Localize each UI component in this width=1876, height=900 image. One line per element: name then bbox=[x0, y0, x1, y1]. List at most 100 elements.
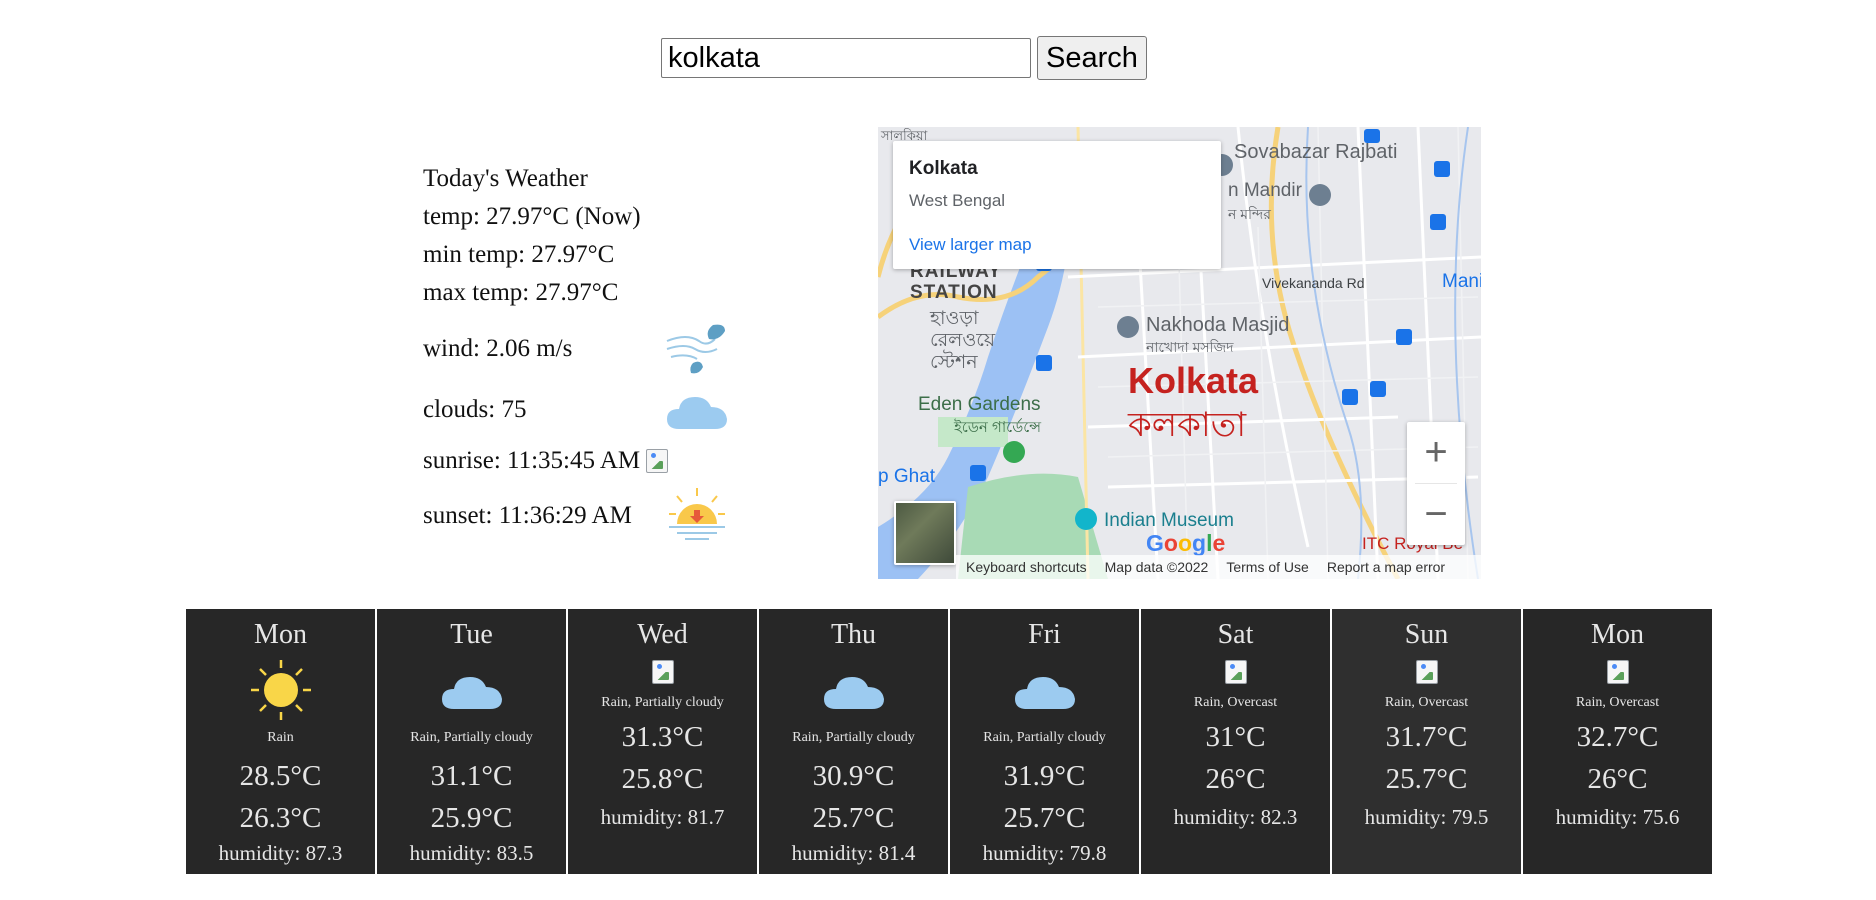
sunset-row: sunset: 11:36:29 AM bbox=[423, 484, 729, 548]
forecast-card: Wed Rain, Partially cloudy 31.3°C 25.8°C… bbox=[568, 609, 757, 874]
sunrise-row: sunrise: 11:35:45 AM bbox=[423, 438, 729, 484]
search-button[interactable]: Search bbox=[1037, 36, 1147, 80]
broken-image-icon bbox=[1332, 660, 1521, 684]
today-weather-panel: Today's Weather temp: 27.97°C (Now) min … bbox=[423, 160, 729, 548]
zoom-control: + − bbox=[1407, 422, 1465, 545]
today-heading: Today's Weather bbox=[423, 165, 588, 192]
forecast-high: 31.3°C bbox=[621, 721, 704, 753]
wind-row: wind: 2.06 m/s bbox=[423, 316, 729, 382]
forecast-high: 32.7°C bbox=[1576, 721, 1659, 753]
forecast-card: Sun Rain, Overcast 31.7°C 25.7°C humidit… bbox=[1332, 609, 1521, 874]
clouds-value: clouds: 75 bbox=[423, 396, 527, 423]
forecast-condition: Rain, Overcast bbox=[1384, 695, 1469, 710]
wind-value: wind: 2.06 m/s bbox=[423, 335, 573, 362]
search-input[interactable] bbox=[661, 38, 1031, 78]
cloud-icon bbox=[950, 660, 1139, 720]
forecast-card: Fri Rain, Partially cloudy 31.9°C 25.7°C… bbox=[950, 609, 1139, 874]
forecast-condition: Rain, Partially cloudy bbox=[601, 695, 724, 710]
map-label-nakhoda-bn: নাখোদা মসজিদ bbox=[1146, 339, 1234, 355]
map-place-title: Kolkata bbox=[909, 158, 978, 179]
forecast-humidity: humidity: 83.5 bbox=[409, 841, 534, 865]
forecast-day: Sun bbox=[1404, 619, 1449, 650]
forecast-day: Sat bbox=[1217, 619, 1254, 650]
forecast-humidity: humidity: 79.8 bbox=[982, 841, 1107, 865]
cloud-icon bbox=[759, 660, 948, 720]
forecast-condition: Rain, Overcast bbox=[1193, 695, 1278, 710]
map-label-eden-bn: ইডেন গার্ডেন্সে bbox=[954, 419, 1042, 436]
forecast-humidity: humidity: 87.3 bbox=[218, 841, 343, 865]
forecast-humidity: humidity: 75.6 bbox=[1555, 805, 1680, 829]
forecast-strip: Mon Rain 28.5°C 26.3°C humidity: 87.3 Tu… bbox=[186, 609, 1712, 874]
map-city-label: Kolkata bbox=[1128, 360, 1259, 401]
map-label-ghat: p Ghat bbox=[878, 466, 936, 487]
broken-image-icon bbox=[568, 660, 757, 684]
forecast-condition: Rain bbox=[267, 730, 294, 745]
wind-icon bbox=[666, 324, 725, 374]
forecast-day: Thu bbox=[830, 619, 877, 650]
cloud-icon bbox=[377, 660, 566, 720]
forecast-day: Fri bbox=[1028, 619, 1061, 650]
zoom-in-button[interactable]: + bbox=[1407, 422, 1465, 483]
forecast-humidity: humidity: 81.4 bbox=[791, 841, 916, 865]
forecast-low: 25.7°C bbox=[812, 802, 895, 834]
forecast-high: 31.9°C bbox=[1003, 760, 1086, 792]
google-logo: Google bbox=[1146, 530, 1226, 556]
map-label-nakhoda: Nakhoda Masjid bbox=[1146, 314, 1290, 336]
forecast-condition: Rain, Partially cloudy bbox=[792, 730, 915, 745]
forecast-low: 26°C bbox=[1587, 763, 1648, 795]
forecast-humidity: humidity: 79.5 bbox=[1364, 805, 1489, 829]
map-label-sovabazar: Sovabazar Rajbati bbox=[1234, 141, 1398, 163]
sunrise-value: sunrise: 11:35:45 AM bbox=[423, 447, 641, 474]
clouds-row: clouds: 75 bbox=[423, 382, 729, 438]
view-larger-map-link[interactable]: View larger map bbox=[909, 235, 1032, 255]
map-label-mandir-bn: ন মন্দির bbox=[1228, 206, 1271, 222]
keyboard-shortcuts-link[interactable]: Keyboard shortcuts bbox=[966, 559, 1087, 575]
terms-link[interactable]: Terms of Use bbox=[1226, 559, 1308, 575]
broken-image-icon bbox=[1141, 660, 1330, 684]
map-label-indian-museum: Indian Museum bbox=[1104, 510, 1234, 531]
map-info-card: Kolkata West Bengal View larger map bbox=[893, 141, 1221, 269]
forecast-low: 25.7°C bbox=[1003, 802, 1086, 834]
forecast-day: Tue bbox=[450, 619, 493, 650]
map-embed[interactable]: সালকিয়া Sovabazar Rajbati n Mandir ন মন… bbox=[878, 127, 1481, 579]
forecast-humidity: humidity: 81.7 bbox=[600, 805, 725, 829]
map-label-mani: Mani bbox=[1442, 271, 1481, 292]
sun-icon bbox=[186, 660, 375, 720]
forecast-card: Mon Rain, Overcast 32.7°C 26°C humidity:… bbox=[1523, 609, 1712, 874]
current-temp: temp: 27.97°C (Now) bbox=[423, 203, 641, 230]
forecast-low: 26.3°C bbox=[239, 802, 322, 834]
search-bar: Search bbox=[661, 36, 1147, 80]
forecast-day: Mon bbox=[1591, 619, 1644, 650]
sunset-value: sunset: 11:36:29 AM bbox=[423, 502, 632, 529]
map-label-vivekananda: Vivekananda Rd bbox=[1262, 275, 1365, 291]
forecast-high: 31.1°C bbox=[430, 760, 513, 792]
forecast-card: Sat Rain, Overcast 31°C 26°C humidity: 8… bbox=[1141, 609, 1330, 874]
forecast-day: Mon bbox=[254, 619, 307, 650]
map-city-label-bn: কলকাতা bbox=[1128, 406, 1247, 444]
forecast-humidity: humidity: 82.3 bbox=[1173, 805, 1298, 829]
min-temp: min temp: 27.97°C bbox=[423, 241, 615, 268]
forecast-low: 25.8°C bbox=[621, 763, 704, 795]
map-label-station: STATION bbox=[910, 282, 998, 303]
zoom-out-button[interactable]: − bbox=[1407, 484, 1465, 545]
forecast-low: 26°C bbox=[1205, 763, 1266, 795]
report-error-link[interactable]: Report a map error bbox=[1327, 559, 1445, 575]
sunset-icon bbox=[669, 488, 725, 540]
map-label-eden: Eden Gardens bbox=[918, 394, 1041, 415]
map-attribution: Keyboard shortcuts Map data ©2022 Terms … bbox=[956, 555, 1481, 579]
forecast-high: 31°C bbox=[1205, 721, 1266, 753]
forecast-day: Wed bbox=[637, 619, 688, 650]
forecast-card: Mon Rain 28.5°C 26.3°C humidity: 87.3 bbox=[186, 609, 375, 874]
map-place-subtitle: West Bengal bbox=[909, 191, 1006, 210]
forecast-low: 25.9°C bbox=[430, 802, 513, 834]
forecast-high: 30.9°C bbox=[812, 760, 895, 792]
forecast-condition: Rain, Partially cloudy bbox=[410, 730, 533, 745]
forecast-card: Thu Rain, Partially cloudy 30.9°C 25.7°C… bbox=[759, 609, 948, 874]
forecast-card: Tue Rain, Partially cloudy 31.1°C 25.9°C… bbox=[377, 609, 566, 874]
forecast-high: 28.5°C bbox=[239, 760, 322, 792]
forecast-condition: Rain, Partially cloudy bbox=[983, 730, 1106, 745]
forecast-high: 31.7°C bbox=[1385, 721, 1468, 753]
satellite-toggle-button[interactable] bbox=[894, 501, 956, 565]
forecast-low: 25.7°C bbox=[1385, 763, 1468, 795]
map-label-mandir: n Mandir bbox=[1228, 180, 1302, 201]
